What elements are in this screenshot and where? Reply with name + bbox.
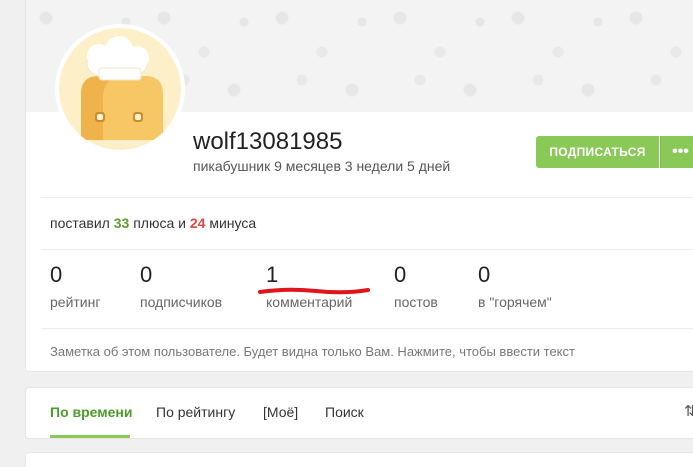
stat-value: 0	[50, 262, 63, 287]
divider	[41, 328, 693, 329]
stat-label: в "горячем"	[478, 294, 552, 310]
more-dots-icon: •••	[672, 143, 689, 160]
stat-rating: 0 рейтинг	[50, 262, 100, 310]
stat-value: 0	[140, 262, 153, 287]
avatar[interactable]	[55, 24, 185, 154]
tab-by-time[interactable]: По времени	[50, 404, 132, 420]
votes-summary: поставил 33 плюса и 24 минуса	[50, 215, 256, 231]
stat-value: 0	[478, 262, 491, 287]
divider	[41, 249, 693, 250]
feed-tabs-bar: По времени По рейтингу [Моё] Поиск ⇅	[25, 387, 693, 439]
stat-label: подписчиков	[140, 294, 223, 310]
profile-card: wolf13081985 пикабушник 9 месяцев 3 неде…	[25, 0, 693, 372]
stat-label: рейтинг	[50, 294, 101, 310]
tab-by-rating[interactable]: По рейтингу	[156, 404, 235, 420]
active-tab-indicator	[50, 435, 130, 438]
red-underline-annotation	[258, 287, 370, 295]
subscribe-button[interactable]: ПОДПИСАТЬСЯ	[536, 136, 659, 168]
stat-value: 0	[394, 262, 407, 287]
divider	[41, 197, 693, 198]
stat-subscribers[interactable]: 0 подписчиков	[140, 262, 222, 310]
sort-icon[interactable]: ⇅	[684, 402, 693, 420]
minus-word: минуса	[209, 215, 257, 231]
stat-hot[interactable]: 0 в "горячем"	[478, 262, 552, 310]
tab-search[interactable]: Поиск	[325, 404, 364, 420]
user-tenure: пикабушник 9 месяцев 3 недели 5 дней	[193, 158, 451, 174]
votes-conjunction: и	[178, 215, 186, 231]
stat-posts[interactable]: 0 постов	[394, 262, 438, 310]
plus-word: плюса	[133, 215, 175, 231]
stat-label: постов	[394, 294, 438, 310]
tab-mine[interactable]: [Моё]	[263, 404, 298, 420]
minus-count: 24	[189, 215, 206, 231]
plus-count: 33	[113, 215, 130, 231]
content-card	[25, 452, 693, 467]
user-note-field[interactable]: Заметка об этом пользователе. Будет видн…	[50, 344, 575, 359]
username: wolf13081985	[193, 128, 343, 155]
more-options-button[interactable]: •••	[660, 136, 693, 168]
votes-prefix: поставил	[50, 215, 110, 231]
